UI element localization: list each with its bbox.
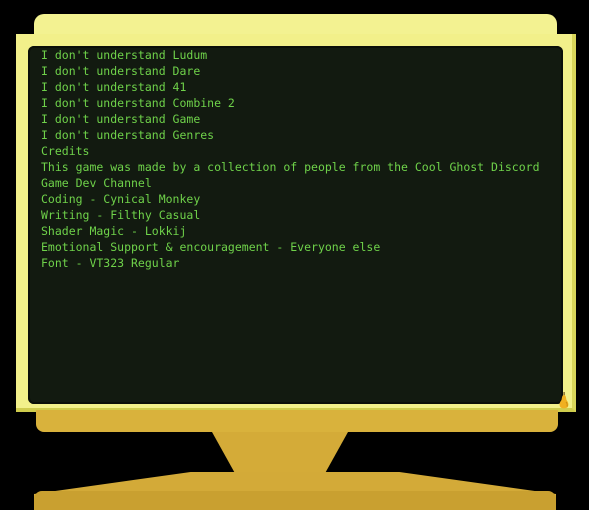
- console-line: I don't understand Combine 2: [41, 96, 235, 110]
- console-output: I don't understand Ludum I don't underst…: [41, 47, 556, 271]
- console-line: I don't understand Ludum: [41, 48, 208, 62]
- console-line: I don't understand Game: [41, 112, 201, 126]
- credits-intro: This game was made by a collection of pe…: [41, 160, 547, 190]
- monitor-neck: [212, 432, 348, 476]
- credit-shader: Shader Magic - Lokkij: [41, 224, 187, 238]
- monitor-screen: I don't understand Ludum I don't underst…: [28, 46, 563, 404]
- monitor-base-foot: [34, 491, 556, 510]
- monitor-bezel-bottom: [36, 410, 558, 432]
- console-line: I don't understand 41: [41, 80, 187, 94]
- credit-support: Emotional Support & encouragement - Ever…: [41, 240, 381, 254]
- console-line: I don't understand Genres: [41, 128, 215, 142]
- credit-writing: Writing - Filthy Casual: [41, 208, 201, 222]
- console-line: I don't understand Dare: [41, 64, 201, 78]
- credits-heading: Credits: [41, 144, 90, 158]
- credit-coding: Coding - Cynical Monkey: [41, 192, 201, 206]
- credit-font: Font - VT323 Regular: [41, 256, 180, 270]
- pear-icon[interactable]: [558, 392, 570, 410]
